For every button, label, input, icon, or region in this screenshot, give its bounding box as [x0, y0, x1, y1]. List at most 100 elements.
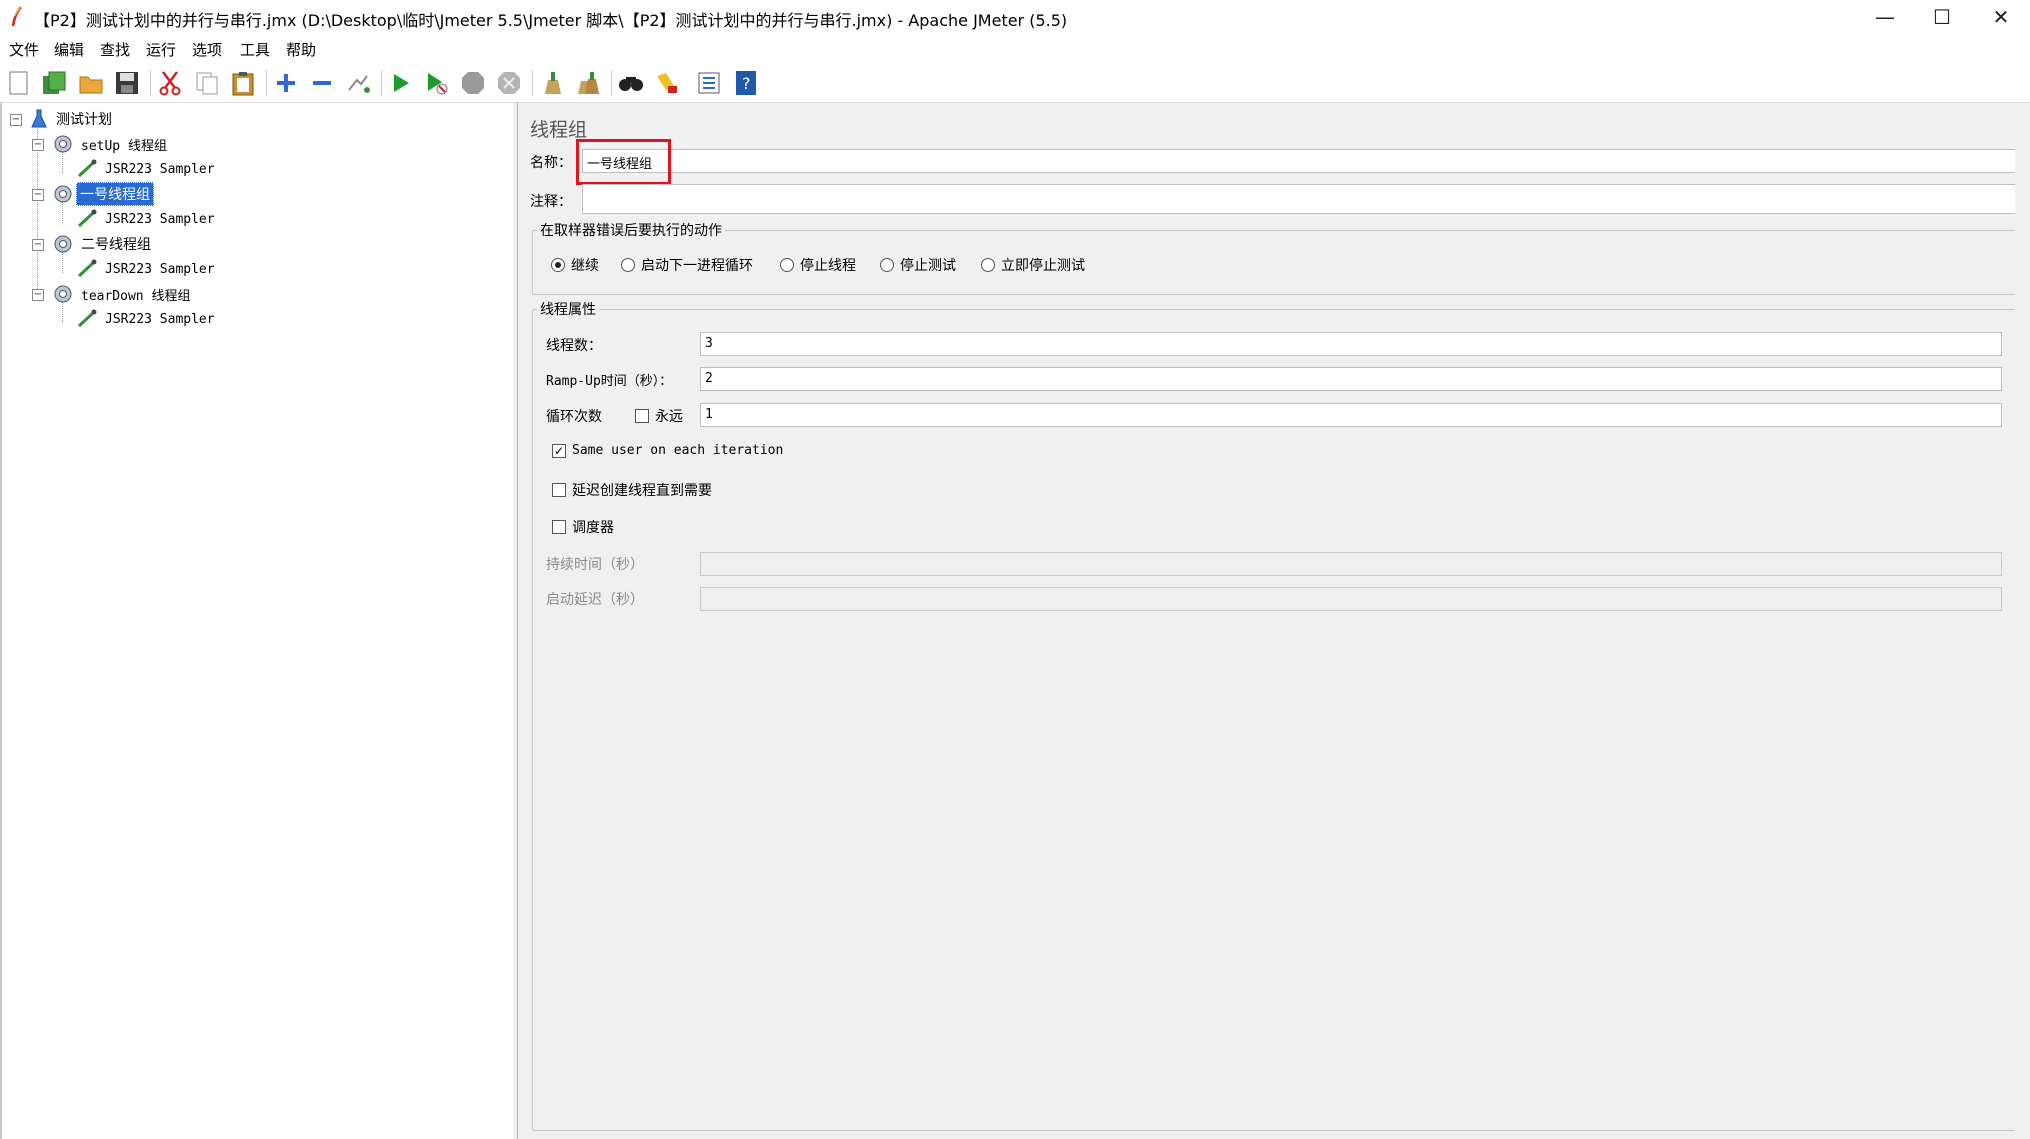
toolbar-separator [381, 70, 382, 96]
search-icon[interactable] [616, 68, 646, 98]
function-helper-icon[interactable] [694, 68, 724, 98]
tree-node-label: JSR223 Sampler [105, 161, 215, 177]
radio-label: 启动下一进程循环 [641, 258, 753, 274]
radio-start-next-loop[interactable]: 启动下一进程循环 [621, 255, 753, 275]
same-user-checkbox[interactable]: ✓ Same user on each iteration [552, 443, 783, 458]
stop-icon[interactable] [458, 68, 488, 98]
toggle-icon[interactable] [343, 68, 373, 98]
radio-stop-test-now[interactable]: 立即停止测试 [981, 255, 1085, 275]
radio-label: 立即停止测试 [1001, 258, 1085, 274]
clear-all-icon[interactable] [573, 68, 603, 98]
gear-icon [54, 135, 72, 153]
radio-label: 停止测试 [900, 258, 956, 274]
tree-node-jsr223-sampler[interactable]: JSR223 Sampler [76, 208, 218, 230]
duration-label: 持续时间（秒） [546, 557, 644, 573]
cut-icon[interactable] [155, 68, 185, 98]
templates-icon[interactable] [39, 68, 69, 98]
threads-field[interactable]: 3 [700, 332, 2002, 356]
title-bar: 【P2】测试计划中的并行与串行.jmx (D:\Desktop\临时\Jmete… [0, 0, 2030, 34]
loop-count-label: 循环次数 [546, 409, 602, 425]
jmeter-feather-icon [11, 6, 22, 27]
minimize-button[interactable]: — [1856, 0, 1914, 34]
tree-collapse-toggle[interactable]: − [32, 139, 44, 151]
copy-icon[interactable] [192, 68, 222, 98]
pipette-icon [77, 309, 97, 328]
rampup-field[interactable]: 2 [700, 367, 2002, 391]
thread-properties-group [532, 309, 2018, 1131]
tree-node-thread-group-1[interactable]: 一号线程组 [52, 182, 154, 206]
menu-edit[interactable]: 编辑 [54, 39, 84, 60]
start-no-pause-icon[interactable] [422, 68, 452, 98]
expand-icon[interactable] [271, 68, 301, 98]
start-icon[interactable] [386, 68, 416, 98]
collapse-icon[interactable] [307, 68, 337, 98]
forever-checkbox[interactable]: 永远 [635, 406, 683, 426]
menu-options[interactable]: 选项 [192, 39, 222, 60]
rampup-label: Ramp-Up时间（秒）： [546, 374, 673, 389]
shutdown-icon[interactable] [494, 68, 524, 98]
new-icon[interactable] [4, 68, 34, 98]
pipette-icon [77, 209, 97, 228]
menu-search[interactable]: 查找 [100, 39, 130, 60]
close-button[interactable]: ✕ [1972, 0, 2030, 34]
tree-node-label: JSR223 Sampler [105, 261, 215, 277]
thread-group-panel: 线程组 名称： 一号线程组 注释： 在取样器错误后要执行的动作 继续 启动下一进… [518, 103, 2030, 1139]
checkbox-label: 调度器 [572, 520, 614, 536]
radio-stop-test[interactable]: 停止测试 [880, 255, 956, 275]
panel-title: 线程组 [530, 119, 588, 141]
annotation-highlight-box [576, 139, 671, 185]
tree-collapse-toggle[interactable]: − [32, 239, 44, 251]
tree-node-jsr223-sampler[interactable]: JSR223 Sampler [76, 158, 218, 180]
tree-node-setup-thread-group[interactable]: setUp 线程组 [52, 133, 170, 155]
clear-icon[interactable] [537, 68, 567, 98]
pipette-icon [77, 159, 97, 178]
menu-tools[interactable]: 工具 [240, 39, 270, 60]
menu-file[interactable]: 文件 [9, 39, 39, 60]
scheduler-checkbox[interactable]: 调度器 [552, 517, 614, 537]
checkbox-indicator: ✓ [552, 443, 566, 458]
checkbox-indicator [552, 483, 566, 497]
toolbar-separator [611, 70, 612, 96]
radio-continue[interactable]: 继续 [551, 255, 599, 275]
startup-delay-label: 启动延迟（秒） [546, 592, 644, 608]
startup-delay-field[interactable] [700, 587, 2002, 611]
tree-collapse-toggle[interactable]: − [32, 189, 44, 201]
tree-node-jsr223-sampler[interactable]: JSR223 Sampler [76, 258, 218, 280]
toolbar-separator [266, 70, 267, 96]
radio-label: 继续 [571, 258, 599, 274]
save-icon[interactable] [112, 68, 142, 98]
window-edge [2015, 103, 2030, 1139]
tree-node-jsr223-sampler[interactable]: JSR223 Sampler [76, 308, 218, 330]
comment-field[interactable] [582, 184, 2016, 214]
radio-indicator [981, 258, 995, 272]
toolbar-separator [150, 70, 151, 96]
paste-icon[interactable] [228, 68, 258, 98]
group-title: 线程属性 [537, 299, 599, 319]
tree-collapse-toggle[interactable]: − [32, 289, 44, 301]
group-title: 在取样器错误后要执行的动作 [537, 220, 725, 240]
delay-thread-creation-checkbox[interactable]: 延迟创建线程直到需要 [552, 480, 712, 500]
checkbox-label: 延迟创建线程直到需要 [572, 483, 712, 499]
menu-run[interactable]: 运行 [146, 39, 176, 60]
test-plan-tree: − 测试计划 − setUp 线程组 JSR223 Sampler − 一号线程… [0, 103, 515, 1139]
reset-search-icon[interactable] [652, 68, 682, 98]
tree-node-label: 二号线程组 [81, 237, 151, 253]
maximize-button[interactable]: ☐ [1913, 0, 1971, 34]
gear-icon [54, 185, 72, 203]
help-icon[interactable]: ? [731, 68, 761, 98]
tree-collapse-toggle[interactable]: − [10, 114, 22, 126]
radio-stop-thread[interactable]: 停止线程 [780, 255, 856, 275]
threads-label: 线程数： [546, 338, 602, 354]
open-icon[interactable] [76, 68, 106, 98]
loop-count-field[interactable]: 1 [700, 403, 2002, 427]
tree-node-test-plan[interactable]: 测试计划 [30, 108, 115, 130]
tree-node-teardown-thread-group[interactable]: tearDown 线程组 [52, 283, 193, 305]
name-field[interactable]: 一号线程组 [582, 149, 2016, 173]
tree-node-thread-group-2[interactable]: 二号线程组 [52, 233, 154, 255]
tree-node-label: 测试计划 [56, 112, 112, 128]
checkbox-indicator [635, 409, 649, 423]
duration-field[interactable] [700, 552, 2002, 576]
menu-help[interactable]: 帮助 [286, 39, 316, 60]
window-title: 【P2】测试计划中的并行与串行.jmx (D:\Desktop\临时\Jmete… [34, 11, 1068, 30]
comment-label: 注释： [530, 194, 572, 210]
